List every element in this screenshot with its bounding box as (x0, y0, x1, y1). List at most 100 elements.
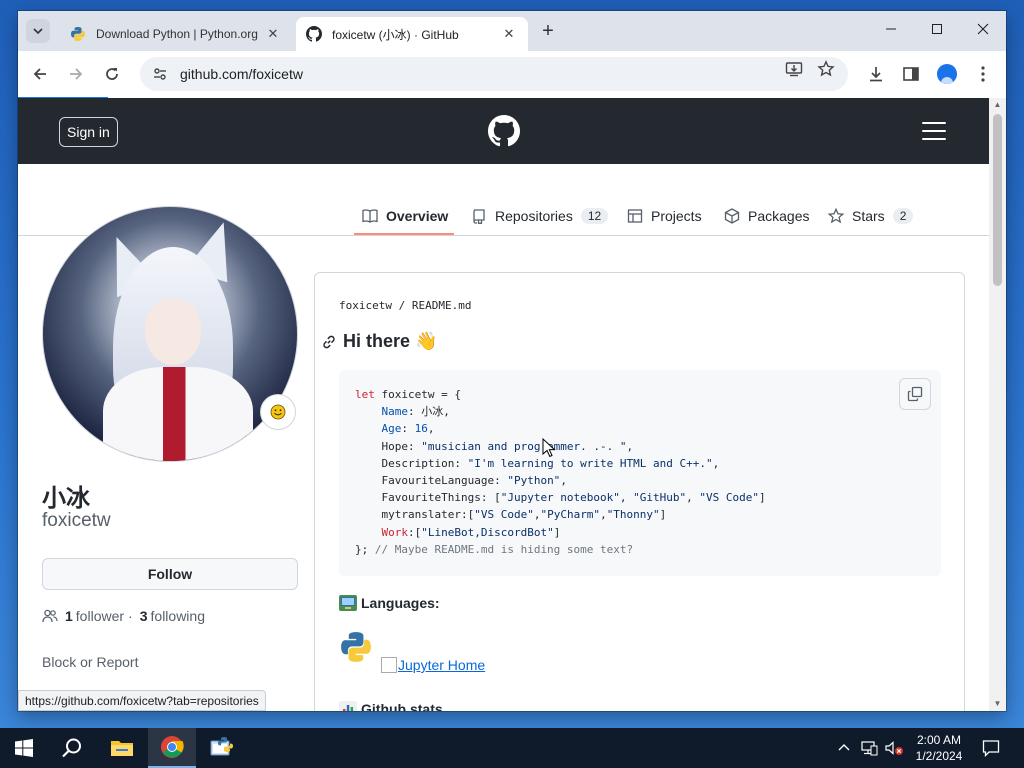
sign-in-button[interactable]: Sign in (59, 117, 118, 147)
network-icon[interactable] (860, 740, 878, 756)
close-tab-icon[interactable]: ✕ (500, 25, 518, 43)
new-tab-button[interactable]: + (538, 21, 558, 42)
repo-icon (473, 209, 485, 224)
scrollbar-thumb[interactable] (993, 114, 1002, 286)
maximize-button[interactable] (914, 11, 960, 47)
following-label[interactable]: following (151, 608, 205, 624)
code-line: }; // Maybe README.md is hiding some tex… (355, 542, 634, 556)
tab-title: Download Python | Python.org (96, 27, 258, 41)
bar-chart-emoji-icon (339, 701, 357, 711)
github-stats-heading: Github stats (339, 701, 443, 711)
clock-date: 1/2/2024 (915, 749, 963, 763)
bookmark-star-button[interactable] (816, 59, 836, 79)
search-icon (62, 738, 81, 758)
followers-label[interactable]: follower (76, 608, 124, 624)
address-bar[interactable]: github.com/foxicetw (140, 57, 848, 91)
github-favicon-icon (306, 26, 322, 42)
people-icon (42, 609, 58, 623)
tab-github-profile[interactable]: foxicetw (小冰) · GitHub ✕ (296, 17, 528, 51)
chrome-menu-button[interactable] (972, 63, 994, 85)
code-line: Description: "I'm learning to write HTML… (355, 456, 720, 470)
notification-icon (982, 740, 1000, 757)
app-taskbar-button[interactable] (198, 728, 246, 768)
tab-label: Repositories (495, 208, 573, 224)
download-icon (870, 67, 882, 82)
readme-heading: Hi there 👋 (321, 331, 437, 352)
profile-avatar[interactable] (42, 206, 298, 462)
file-explorer-button[interactable] (98, 728, 146, 768)
python-logo-icon[interactable] (339, 630, 373, 664)
close-icon (977, 23, 989, 35)
site-info-icon[interactable] (152, 65, 170, 83)
tab-stars[interactable]: Stars 2 (828, 196, 914, 236)
follow-button[interactable]: Follow (42, 558, 298, 590)
install-app-button[interactable] (784, 59, 804, 79)
chevron-up-icon[interactable] (838, 742, 850, 754)
tab-python-org[interactable]: Download Python | Python.org ✕ (60, 17, 292, 51)
reload-button[interactable] (101, 63, 123, 85)
forward-button[interactable] (65, 63, 87, 85)
close-window-button[interactable] (960, 11, 1006, 47)
folder-icon (111, 741, 133, 756)
tab-projects[interactable]: Projects (627, 196, 702, 236)
active-tab-indicator (354, 233, 454, 235)
code-line: FavouriteThings: ["Jupyter notebook", "G… (355, 491, 766, 505)
scroll-up-icon[interactable]: ▲ (989, 98, 1006, 112)
block-or-report-link[interactable]: Block or Report (42, 654, 138, 670)
following-count[interactable]: 3 (140, 608, 148, 624)
copy-code-button[interactable] (899, 378, 931, 410)
tab-packages[interactable]: Packages (724, 196, 809, 236)
code-block: let foxicetw = { Name: 小冰, Age: 16, Hope… (339, 370, 941, 576)
taskbar-clock[interactable]: 2:00 AM 1/2/2024 (904, 732, 974, 764)
followers-count[interactable]: 1 (65, 608, 73, 624)
page-viewport: Sign in Overview Repositories 12 Project… (18, 98, 989, 711)
maximize-icon (932, 24, 942, 34)
jupyter-link-text: Jupyter Home (398, 657, 486, 673)
code-content: let foxicetw = { Name: 小冰, Age: 16, Hope… (355, 386, 766, 558)
search-button[interactable] (48, 728, 96, 768)
github-logo-icon[interactable] (488, 115, 520, 147)
page-scrollbar[interactable]: ▲ ▼ (989, 98, 1006, 711)
tab-title: foxicetw (小冰) · GitHub (332, 27, 459, 42)
tab-overview[interactable]: Overview (362, 196, 448, 236)
downloads-button[interactable] (865, 63, 887, 85)
notifications-button[interactable] (968, 728, 1014, 768)
chrome-taskbar-button[interactable] (148, 728, 196, 768)
tab-repositories[interactable]: Repositories 12 (471, 196, 609, 236)
reload-icon (106, 68, 118, 80)
volume-muted-icon[interactable] (884, 740, 904, 756)
back-button[interactable] (29, 63, 51, 85)
hamburger-menu-icon[interactable] (922, 122, 946, 140)
clock-time: 2:00 AM (916, 733, 962, 747)
side-panel-button[interactable] (900, 63, 922, 85)
tab-search-button[interactable] (26, 19, 50, 43)
install-app-icon (785, 62, 803, 77)
python-app-icon (210, 737, 233, 756)
minimize-button[interactable] (868, 11, 914, 47)
code-line: Hope: "musician and programmer. .-. ", (355, 439, 634, 453)
tab-label: Projects (651, 208, 702, 224)
python-favicon-icon (71, 27, 85, 41)
start-button[interactable] (0, 728, 48, 768)
anchor-link-icon[interactable] (321, 334, 337, 350)
star-icon (817, 60, 835, 77)
copy-icon (907, 386, 923, 402)
mouse-cursor-icon (542, 438, 556, 458)
code-line: Work:["LineBot,DiscordBot"] (381, 525, 561, 539)
readme-card: foxicetw / README.md Hi there 👋 let foxi… (314, 272, 965, 711)
set-status-button[interactable] (260, 394, 296, 430)
smiley-icon (270, 404, 286, 420)
code-line: mytranslater:["VS Code","PyCharm","Thonn… (355, 508, 667, 522)
jupyter-home-link[interactable]: Jupyter Home (381, 657, 485, 673)
profile-button[interactable] (936, 63, 958, 85)
readme-path[interactable]: foxicetw / README.md (339, 299, 471, 312)
scroll-down-icon[interactable]: ▼ (989, 697, 1006, 711)
table-icon (627, 209, 643, 223)
stars-count-badge: 2 (892, 208, 914, 224)
windows-taskbar: 2:00 AM 1/2/2024 (0, 728, 1024, 768)
side-panel-icon (903, 67, 919, 81)
close-tab-icon[interactable]: ✕ (264, 25, 282, 43)
book-icon (362, 209, 378, 223)
github-stats-heading-text: Github stats (361, 701, 443, 711)
code-line: FavouriteLanguage: "Python", (355, 474, 567, 488)
